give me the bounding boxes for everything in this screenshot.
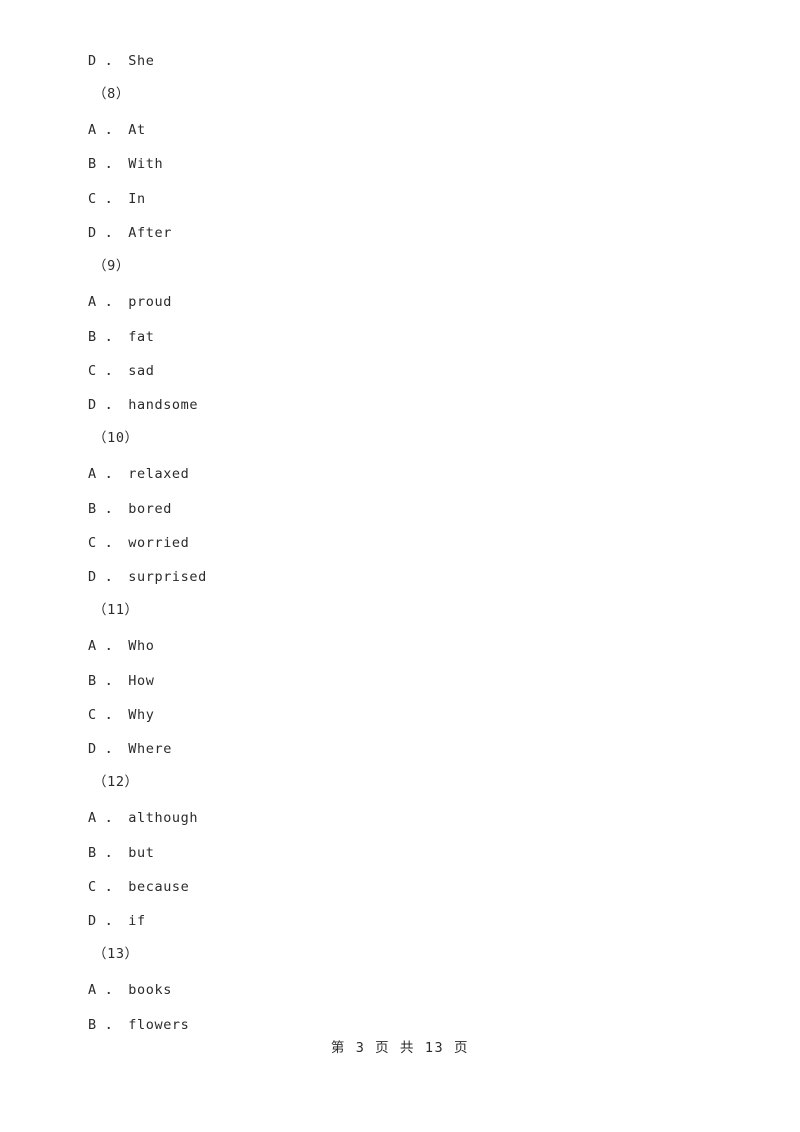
answer-option-line: C ． because — [88, 879, 190, 895]
question-number-label: （10） — [93, 430, 139, 446]
answer-option-line: A ． relaxed — [88, 466, 190, 482]
page-footer: 第 3 页 共 13 页 — [330, 1040, 470, 1056]
answer-option-line: D ． Where — [88, 741, 172, 757]
answer-option-line: B ． bored — [88, 501, 172, 517]
answer-option-line: C ． Why — [88, 707, 155, 723]
answer-option-line: B ． With — [88, 156, 164, 172]
answer-option-line: A ． At — [88, 122, 146, 138]
answer-option-line: C ． In — [88, 191, 146, 207]
question-number-label: （9） — [93, 258, 130, 274]
question-number-label: （12） — [93, 774, 139, 790]
answer-option-line: D ． if — [88, 913, 146, 929]
answer-option-line: A ． books — [88, 982, 172, 998]
document-page: D ． She （8） A ． At B ． With C ． In D ． After （… — [0, 0, 800, 1132]
answer-option-line: B ． fat — [88, 329, 155, 345]
answer-option-line: C ． worried — [88, 535, 190, 551]
answer-option-line: B ． but — [88, 845, 155, 861]
answer-option-line: B ． flowers — [88, 1017, 190, 1033]
answer-option-line: D ． handsome — [88, 397, 199, 413]
answer-option-line: C ． sad — [88, 363, 155, 379]
question-number-label: （8） — [93, 86, 130, 102]
answer-option-line: D ． After — [88, 225, 172, 241]
question-number-label: （13） — [93, 946, 139, 962]
answer-option-line: B ． How — [88, 673, 155, 689]
answer-option-line: A ． although — [88, 810, 199, 826]
answer-option-line: A ． proud — [88, 294, 172, 310]
answer-option-line: D ． surprised — [88, 569, 207, 585]
answer-option-line: A ． Who — [88, 638, 155, 654]
answer-option-line: D ． She — [88, 53, 155, 69]
question-number-label: （11） — [93, 602, 139, 618]
